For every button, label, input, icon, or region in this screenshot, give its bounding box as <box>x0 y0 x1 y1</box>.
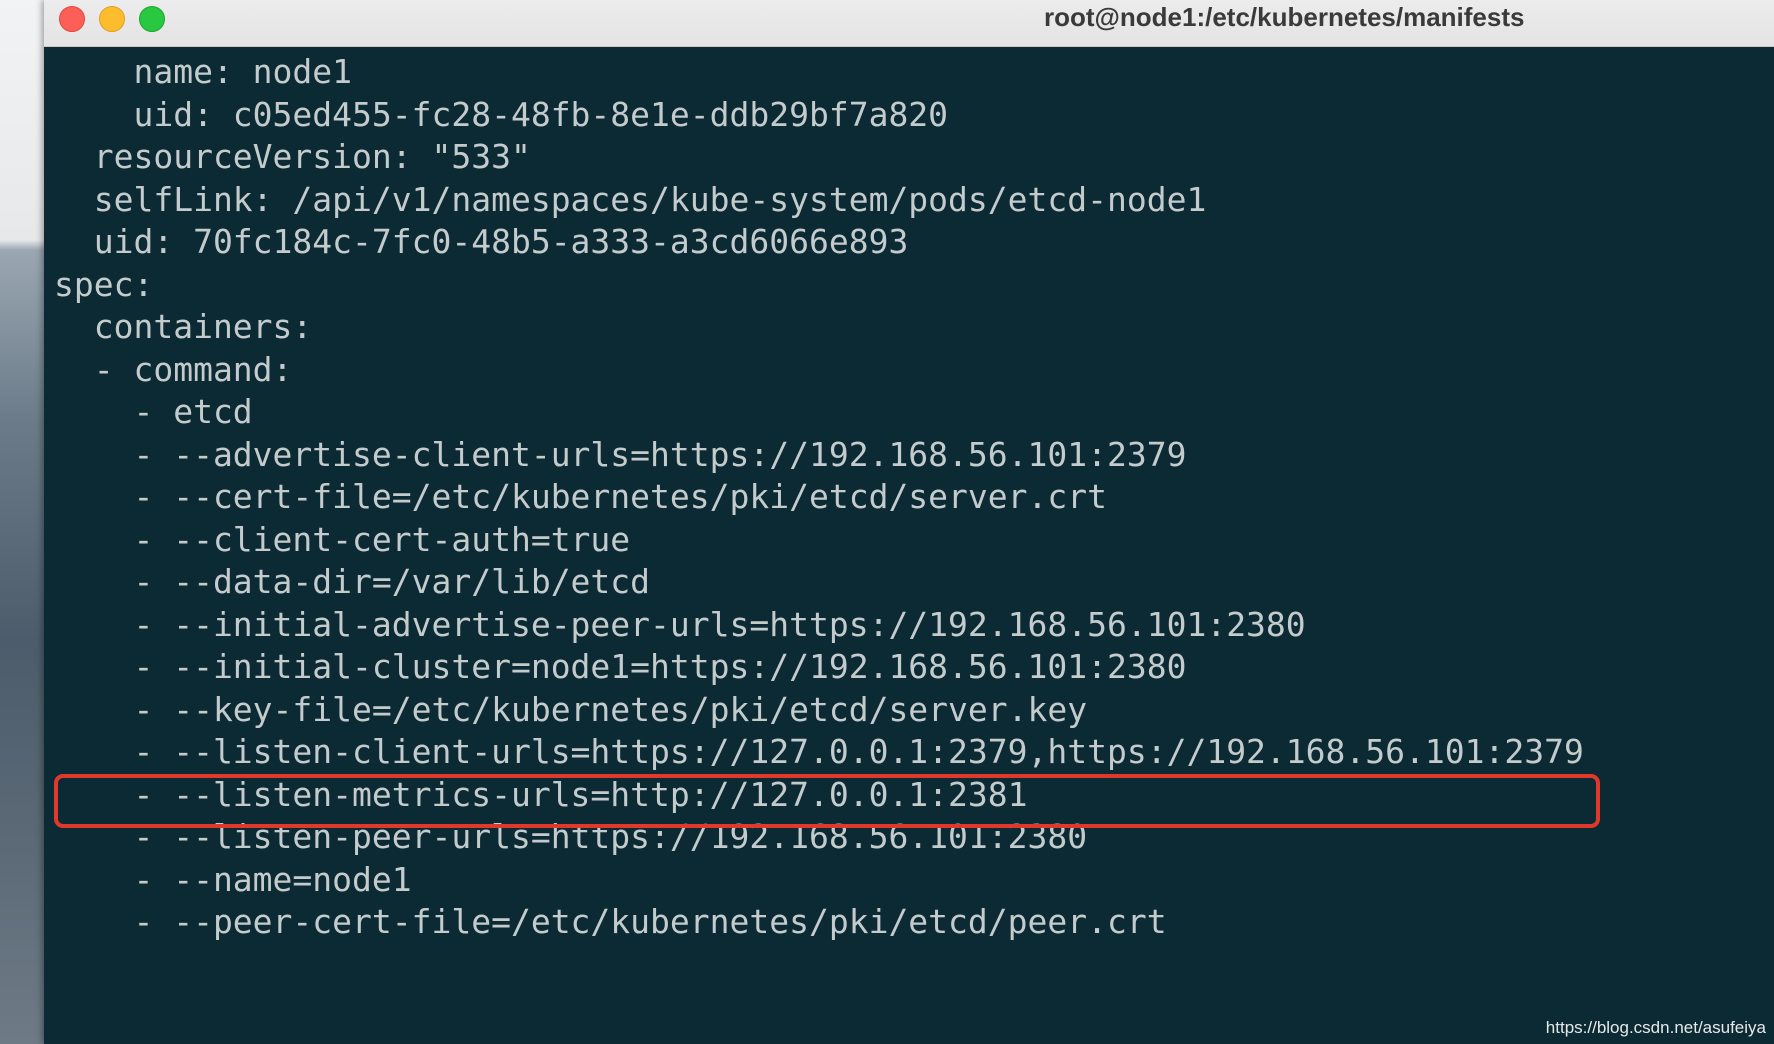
terminal-line: spec: <box>54 265 154 304</box>
terminal-line: - command: <box>54 350 293 389</box>
terminal-line: - --initial-cluster=node1=https://192.16… <box>54 647 1187 686</box>
terminal-line: - --name=node1 <box>54 860 412 899</box>
minimize-window-button[interactable] <box>99 6 125 32</box>
terminal-line: resourceVersion: "533" <box>54 137 531 176</box>
terminal-line: - --client-cert-auth=true <box>54 520 631 559</box>
window-titlebar[interactable]: root@node1:/etc/kubernetes/manifests <box>44 0 1774 47</box>
terminal-line: - --peer-cert-file=/etc/kubernetes/pki/e… <box>54 902 1167 941</box>
terminal-line: containers: <box>54 307 313 346</box>
terminal-line: name: node1 <box>54 52 353 91</box>
terminal-line: selfLink: /api/v1/namespaces/kube-system… <box>54 180 1207 219</box>
terminal-line-highlighted: - --listen-client-urls=https://127.0.0.1… <box>54 732 1584 771</box>
highlight-annotation-box <box>54 774 1600 828</box>
terminal-line: - etcd <box>54 392 253 431</box>
window-title: root@node1:/etc/kubernetes/manifests <box>1044 2 1525 32</box>
terminal-line: - --cert-file=/etc/kubernetes/pki/etcd/s… <box>54 477 1107 516</box>
close-window-button[interactable] <box>59 6 85 32</box>
terminal-output[interactable]: name: node1 uid: c05ed455-fc28-48fb-8e1e… <box>44 46 1774 1044</box>
terminal-line: - --initial-advertise-peer-urls=https://… <box>54 605 1306 644</box>
desktop-wallpaper <box>0 0 44 1044</box>
terminal-line: - --advertise-client-urls=https://192.16… <box>54 435 1187 474</box>
terminal-line: - --data-dir=/var/lib/etcd <box>54 562 651 601</box>
watermark-url: https://blog.csdn.net/asufeiya <box>1545 1018 1766 1037</box>
terminal-line: uid: c05ed455-fc28-48fb-8e1e-ddb29bf7a82… <box>54 95 949 134</box>
terminal-window[interactable]: root@node1:/etc/kubernetes/manifests nam… <box>44 0 1774 1044</box>
terminal-line: - --key-file=/etc/kubernetes/pki/etcd/se… <box>54 690 1088 729</box>
terminal-line: uid: 70fc184c-7fc0-48b5-a333-a3cd6066e89… <box>54 222 909 261</box>
maximize-window-button[interactable] <box>139 6 165 32</box>
